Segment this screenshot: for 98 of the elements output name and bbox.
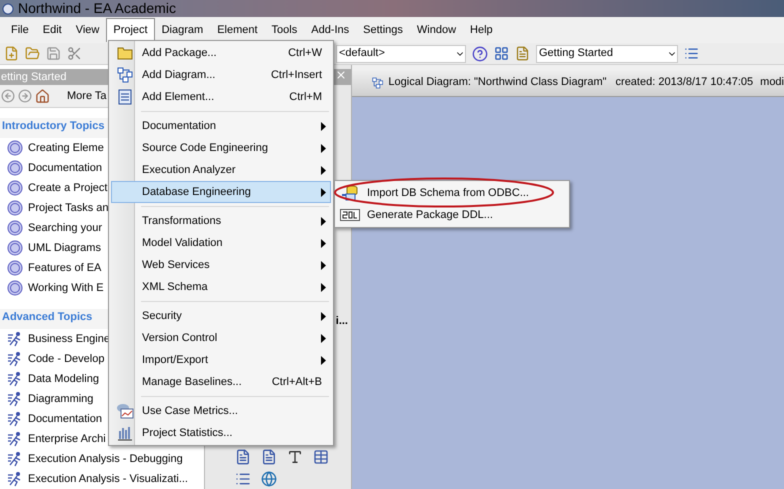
- menu-item-label: Generate Package DDL...: [367, 208, 493, 223]
- close-icon[interactable]: [335, 69, 347, 81]
- submenu-arrow-icon: [321, 282, 326, 292]
- menu-item-label: Manage Baselines...: [142, 374, 243, 390]
- menu-bar-item[interactable]: Element: [210, 18, 265, 42]
- submenu-arrow-icon: [321, 144, 326, 152]
- menu-item[interactable]: Import/Export: [111, 349, 331, 371]
- menu-item-label: Version Control: [142, 330, 218, 346]
- shortcut-label: Ctrl+Insert: [270, 68, 322, 83]
- open-folder-icon[interactable]: [25, 46, 40, 61]
- submenu-arrow-icon: [321, 356, 326, 364]
- form-icon: [118, 89, 132, 105]
- submenu-arrow-icon: [321, 260, 326, 270]
- modified-label: modi: [760, 75, 784, 90]
- menu-item[interactable]: Manage Baselines... Ctrl+Alt+B: [111, 371, 331, 393]
- menu-item-label: Transformations: [142, 214, 222, 229]
- menu-item[interactable]: Version Control: [111, 327, 331, 349]
- text-icon[interactable]: [287, 449, 303, 465]
- menu-item-label: Add Package...: [142, 46, 218, 61]
- diagram-title: Logical Diagram: "Northwind Class Diagram": [388, 75, 607, 90]
- menu-bar-item[interactable]: Window: [410, 18, 464, 42]
- menu-item-label: Import DB Schema from ODBC...: [367, 186, 529, 201]
- menu-item[interactable]: Database Engineering: [111, 181, 331, 203]
- menu-item-label: Model Validation: [142, 236, 224, 251]
- submenu-arrow-icon: [321, 238, 326, 248]
- chart-icon: [116, 403, 134, 419]
- submenu-arrow-icon: [321, 312, 326, 320]
- running-figure-icon: [7, 451, 23, 467]
- menu-bar-item[interactable]: View: [68, 18, 106, 42]
- menu-item[interactable]: Add Element... Ctrl+M: [111, 86, 331, 108]
- running-figure-icon: [7, 391, 23, 407]
- running-figure-icon: [7, 331, 23, 347]
- menu-item-label: Execution Analyzer: [142, 162, 237, 178]
- menu-bar-item[interactable]: Project: [106, 18, 155, 42]
- menu-bar-item[interactable]: Edit: [36, 18, 69, 42]
- menu-bar-item[interactable]: Add-Ins: [304, 18, 356, 42]
- running-figure-icon: [7, 371, 23, 387]
- cut-icon[interactable]: [67, 46, 82, 61]
- menu-bar-item[interactable]: Tools: [264, 18, 304, 42]
- menu-item-label: Web Services: [142, 258, 211, 273]
- shortcut-label: Ctrl+M: [289, 90, 322, 105]
- document-icon[interactable]: [515, 46, 530, 61]
- menu-item[interactable]: Use Case Metrics...: [111, 400, 331, 422]
- menu-item[interactable]: Generate Package DDL...: [337, 204, 567, 226]
- menu-item[interactable]: Source Code Engineering: [111, 137, 331, 159]
- shortcut-label: Ctrl+W: [288, 46, 322, 61]
- submenu-arrow-icon: [321, 334, 326, 342]
- menu-item[interactable]: Add Package... Ctrl+W: [111, 42, 331, 64]
- menu-item-label: Add Element...: [142, 90, 216, 105]
- menu-item[interactable]: Import DB Schema from ODBC...: [337, 182, 567, 204]
- menu-item-label: Source Code Engineering: [142, 140, 269, 156]
- menu-item-label: XML Schema: [142, 280, 209, 295]
- menu-item-label: Security: [142, 308, 183, 324]
- menu-item[interactable]: Transformations: [111, 210, 331, 232]
- created-date: created: 2013/8/17 10:47:05: [616, 75, 754, 90]
- running-figure-icon: [7, 351, 23, 367]
- list-icon[interactable]: [235, 471, 251, 487]
- menu-item[interactable]: Web Services: [111, 254, 331, 276]
- bar-chart-icon: [117, 425, 133, 441]
- menu-bar-item[interactable]: Settings: [356, 18, 410, 42]
- submenu-arrow-icon: [321, 188, 326, 196]
- menu-item-label: Import/Export: [142, 352, 210, 368]
- layout-icon[interactable]: [494, 46, 509, 61]
- menu-item-label: Use Case Metrics...: [142, 404, 239, 419]
- menu-bar-item[interactable]: File: [4, 18, 36, 42]
- diagram-icon: [117, 67, 133, 83]
- database-import-icon: [341, 185, 359, 201]
- shortcut-label: Ctrl+Alt+B: [272, 374, 322, 390]
- document-icon[interactable]: [235, 449, 251, 465]
- workspace-dropdown[interactable]: Getting Started: [536, 44, 678, 62]
- menu-item[interactable]: Model Validation: [111, 232, 331, 254]
- new-file-icon[interactable]: [4, 46, 19, 61]
- menu-item[interactable]: Project Statistics...: [111, 422, 331, 444]
- home-icon[interactable]: [35, 88, 50, 104]
- globe-icon[interactable]: [261, 471, 277, 487]
- folder-icon: [117, 46, 133, 60]
- menu-bar-item[interactable]: Diagram: [154, 18, 210, 42]
- running-figure-icon: [7, 431, 23, 447]
- topic-link[interactable]: Execution Analysis - Debugging: [0, 449, 204, 469]
- menu-item[interactable]: XML Schema: [111, 276, 331, 298]
- menu-item-label: Project Statistics...: [142, 426, 234, 441]
- topic-link[interactable]: Execution Analysis - Visualizati...: [0, 469, 204, 489]
- submenu-arrow-icon: [321, 216, 326, 226]
- table-icon[interactable]: [313, 449, 329, 465]
- menu-bar-item[interactable]: Help: [463, 18, 500, 42]
- document-icon[interactable]: [261, 449, 277, 465]
- toolbox-label: i...: [336, 314, 348, 328]
- list-icon[interactable]: [684, 46, 699, 61]
- window-title: Northwind - EA Academic: [18, 0, 176, 18]
- submenu-arrow-icon: [321, 166, 326, 174]
- running-figure-icon: [7, 471, 23, 487]
- menu-item-label: Database Engineering: [142, 184, 252, 200]
- more-tasks-button[interactable]: More Ta: [67, 88, 107, 104]
- diagram-icon: [372, 74, 384, 90]
- menu-item[interactable]: Execution Analyzer: [111, 159, 331, 181]
- submenu-arrow-icon: [321, 122, 326, 130]
- view-dropdown[interactable]: <default>: [336, 44, 466, 62]
- running-figure-icon: [7, 411, 23, 427]
